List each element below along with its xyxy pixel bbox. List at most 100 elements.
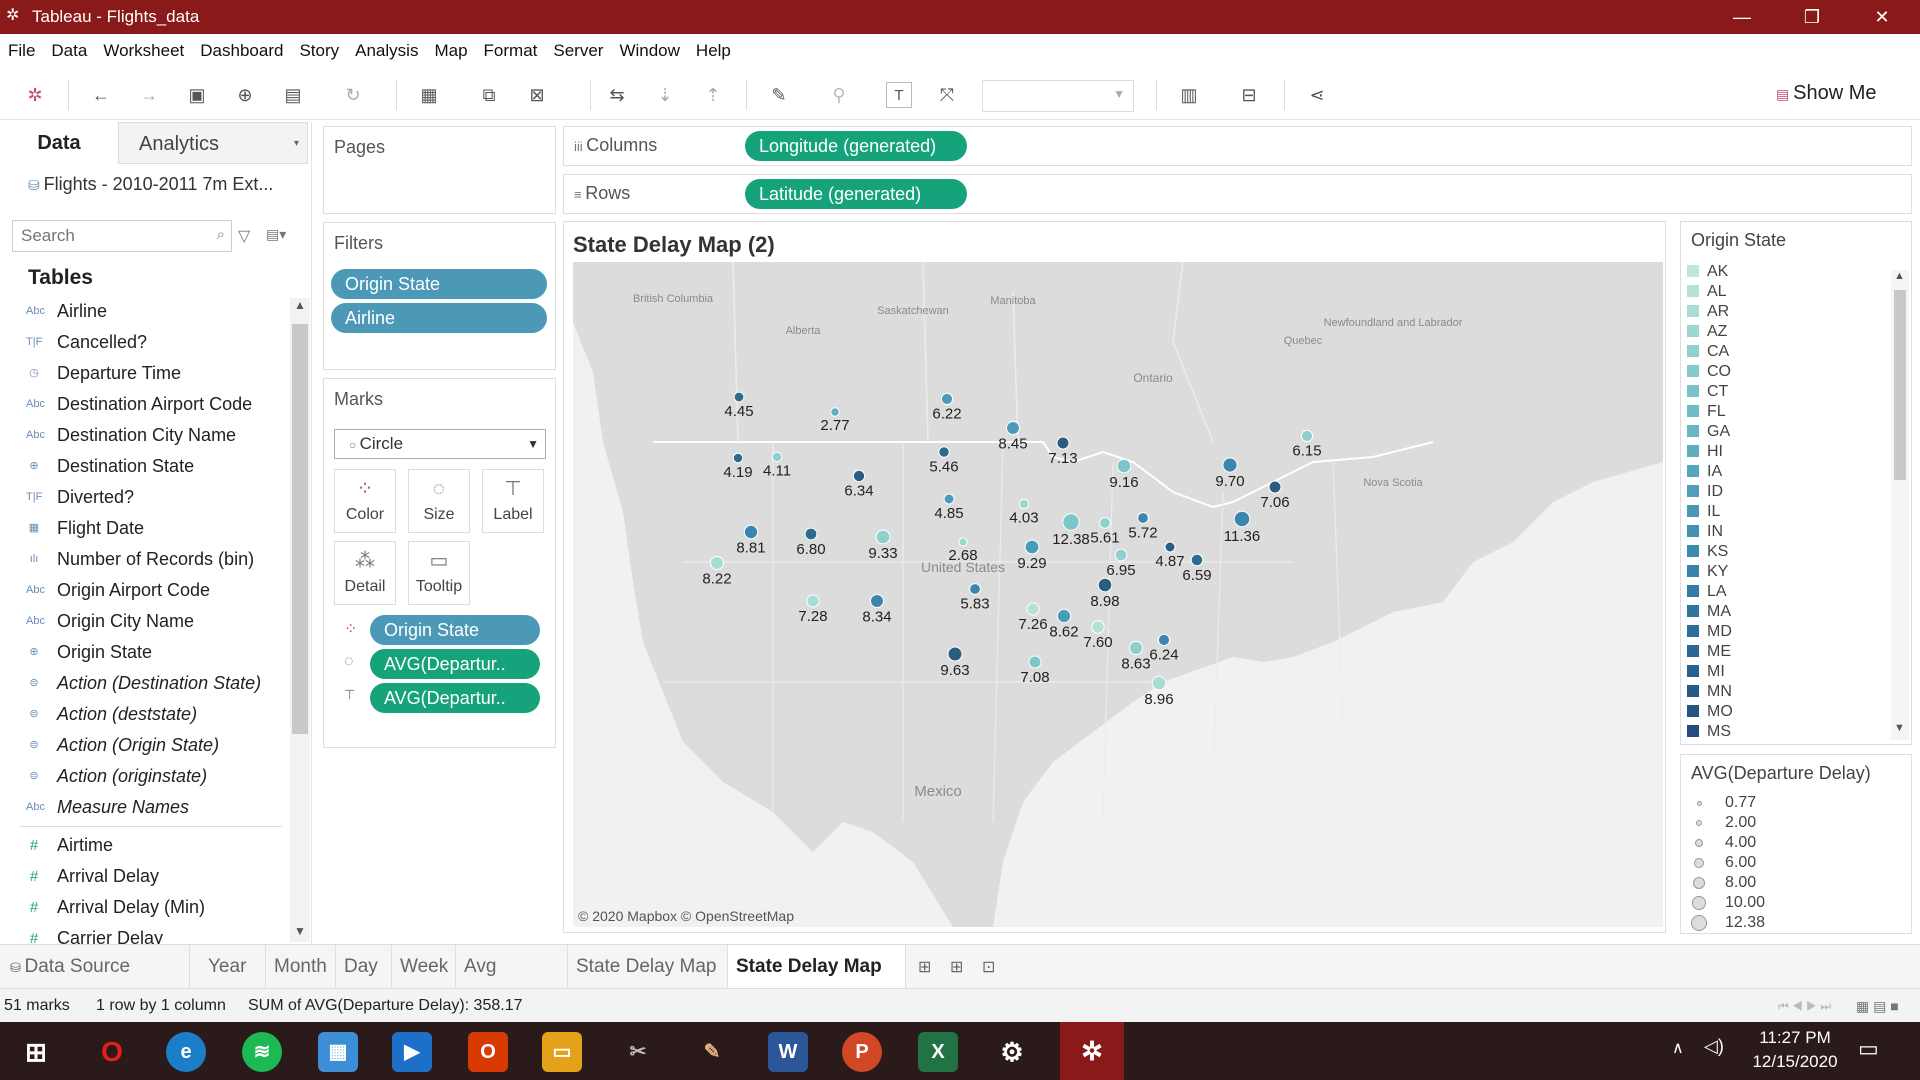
legend-item-ca[interactable]: CA <box>1687 342 1729 362</box>
swap-icon[interactable]: ⇆ <box>604 82 630 108</box>
legend-item-in[interactable]: IN <box>1687 522 1723 542</box>
show-hidden-icons[interactable]: ∧ <box>1672 1038 1684 1058</box>
fix-axes-icon[interactable]: ⤧ <box>934 82 960 108</box>
show-me-button[interactable]: ▤ Show Me <box>1776 82 1877 105</box>
show-labels-icon[interactable]: T <box>886 82 912 108</box>
menu-help[interactable]: Help <box>688 34 739 68</box>
view-options-icon[interactable]: ▤▾ <box>266 226 286 243</box>
tab-data-source[interactable]: ⛁ Data Source <box>0 945 190 989</box>
field-action-origin-state[interactable]: ⊜ Action (Origin State) <box>0 730 290 761</box>
field-destination-city-name[interactable]: Abc Destination City Name <box>0 420 290 451</box>
filters-card[interactable]: Filters Origin State Airline <box>323 222 556 370</box>
legend-item-co[interactable]: CO <box>1687 362 1731 382</box>
sheet-tab-state-delay-map-2[interactable]: State Delay Map (2) <box>728 945 906 1021</box>
tab-analytics[interactable]: Analytics ▾ <box>118 122 308 164</box>
fit-dropdown[interactable]: ▼ <box>982 80 1134 112</box>
legend-item-il[interactable]: IL <box>1687 502 1720 522</box>
legend-scroll-down-icon[interactable]: ▼ <box>1894 722 1905 734</box>
legend-item-ga[interactable]: GA <box>1687 422 1730 442</box>
legend-scroll-up-icon[interactable]: ▲ <box>1894 270 1905 282</box>
menu-format[interactable]: Format <box>476 34 546 68</box>
new-dashboard-tab-icon[interactable]: ⊞ <box>950 957 963 977</box>
marks-label-button[interactable]: ⊤ Label <box>482 469 544 533</box>
legend-item-ct[interactable]: CT <box>1687 382 1728 402</box>
marks-color-button[interactable]: ⁘ Color <box>334 469 396 533</box>
field-departure-time[interactable]: ◷ Departure Time <box>0 358 290 389</box>
refresh-icon[interactable]: ↻ <box>340 82 366 108</box>
steelseries-icon[interactable]: ⚙ <box>992 1032 1032 1072</box>
close-icon[interactable]: ✕ <box>1852 0 1912 34</box>
tab-menu-icon[interactable]: ▾ <box>294 123 299 165</box>
mark-type-dropdown[interactable]: ○ Circle ▼ <box>334 429 546 459</box>
legend-item-mn[interactable]: MN <box>1687 682 1732 702</box>
field-measure-names[interactable]: Abc Measure Names <box>0 792 290 823</box>
sort-descending-icon[interactable]: ⇡ <box>700 82 726 108</box>
edge-icon[interactable]: e <box>166 1032 206 1072</box>
filter-icon[interactable]: ▽ <box>238 226 250 246</box>
columns-shelf[interactable]: iii Columns Longitude (generated) <box>563 126 1912 166</box>
columns-pill-longitude[interactable]: Longitude (generated) <box>745 131 967 161</box>
legend-item-az[interactable]: AZ <box>1687 322 1727 342</box>
legend-item-ky[interactable]: KY <box>1687 562 1728 582</box>
sort-ascending-icon[interactable]: ⇣ <box>652 82 678 108</box>
group-icon[interactable]: ⚲ <box>826 82 852 108</box>
undo-icon[interactable]: ← <box>88 82 114 108</box>
new-worksheet-icon[interactable]: ▦ <box>416 82 442 108</box>
menu-file[interactable]: File <box>0 34 43 68</box>
excel-icon[interactable]: X <box>918 1032 958 1072</box>
tab-data[interactable]: Data <box>0 122 118 164</box>
legend-item-id[interactable]: ID <box>1687 482 1723 502</box>
duplicate-sheet-icon[interactable]: ⧉ <box>476 82 502 108</box>
marks-detail-button[interactable]: ⁂ Detail <box>334 541 396 605</box>
legend-item-mi[interactable]: MI <box>1687 662 1725 682</box>
menu-story[interactable]: Story <box>291 34 347 68</box>
menu-data[interactable]: Data <box>43 34 95 68</box>
legend-item-ks[interactable]: KS <box>1687 542 1728 562</box>
tableau-logo-icon[interactable]: ✲ <box>22 82 48 108</box>
datasource-name[interactable]: ⛁ Flights - 2010-2011 7m Ext... <box>28 174 273 195</box>
search-box[interactable]: ⌕ <box>12 220 232 252</box>
legend-item-la[interactable]: LA <box>1687 582 1727 602</box>
sheet-tab-month[interactable]: Month <box>266 945 336 989</box>
marks-pill-origin-state[interactable]: Origin State <box>370 615 540 645</box>
sheet-nav-icons[interactable]: ⏮ ◀ ▶ ⏭ <box>1778 989 1831 1023</box>
search-input[interactable] <box>13 221 203 251</box>
rows-shelf[interactable]: ≡ Rows Latitude (generated) <box>563 174 1912 214</box>
word-icon[interactable]: W <box>768 1032 808 1072</box>
clock-date[interactable]: 12/15/2020 <box>1740 1052 1850 1072</box>
legend-item-me[interactable]: ME <box>1687 642 1731 662</box>
menu-analysis[interactable]: Analysis <box>347 34 426 68</box>
opera-icon[interactable]: O <box>92 1032 132 1072</box>
legend-item-mo[interactable]: MO <box>1687 702 1733 722</box>
snipping-tool-icon[interactable]: ✂ <box>618 1032 658 1072</box>
field-origin-state[interactable]: ⊕ Origin State <box>0 637 290 668</box>
tableau-taskbar-icon[interactable]: ✲ <box>1060 1022 1124 1080</box>
restore-icon[interactable]: ❐ <box>1782 0 1842 34</box>
sheet-sorter-icons[interactable]: ▦ ▤ ■ <box>1856 989 1899 1023</box>
sheet-tab-year[interactable]: Year <box>200 945 266 989</box>
minimize-icon[interactable]: — <box>1712 0 1772 34</box>
legend-scroll-thumb[interactable] <box>1894 290 1906 480</box>
clear-sheet-icon[interactable]: ⊠ <box>524 82 550 108</box>
field-action-destination-state[interactable]: ⊜ Action (Destination State) <box>0 668 290 699</box>
field-airline[interactable]: Abc Airline <box>0 296 290 327</box>
marks-pill-avg-departure-size[interactable]: AVG(Departur.. <box>370 649 540 679</box>
field-origin-city-name[interactable]: Abc Origin City Name <box>0 606 290 637</box>
sheet-tab-avg-delays[interactable]: Avg Delays <box>456 945 568 1021</box>
map-canvas[interactable]: British Columbia Alberta Saskatchewan Manit… <box>573 262 1663 927</box>
legend-item-al[interactable]: AL <box>1687 282 1727 302</box>
scroll-thumb[interactable] <box>292 324 308 734</box>
paint-icon[interactable]: ✎ <box>692 1032 732 1072</box>
new-story-tab-icon[interactable]: ⊡ <box>982 957 995 977</box>
legend-item-ak[interactable]: AK <box>1687 262 1728 282</box>
field-origin-airport-code[interactable]: Abc Origin Airport Code <box>0 575 290 606</box>
field-arrival-delay[interactable]: # Arrival Delay <box>0 861 290 892</box>
media-player-icon[interactable]: ▶ <box>392 1032 432 1072</box>
marks-tooltip-button[interactable]: ▭ Tooltip <box>408 541 470 605</box>
scroll-down-icon[interactable]: ▼ <box>294 924 306 938</box>
field-flight-date[interactable]: ▦ Flight Date <box>0 513 290 544</box>
field-action-deststate[interactable]: ⊜ Action (deststate) <box>0 699 290 730</box>
field-diverted[interactable]: T|F Diverted? <box>0 482 290 513</box>
field-cancelled[interactable]: T|F Cancelled? <box>0 327 290 358</box>
sheet-tab-week[interactable]: Week <box>392 945 456 989</box>
